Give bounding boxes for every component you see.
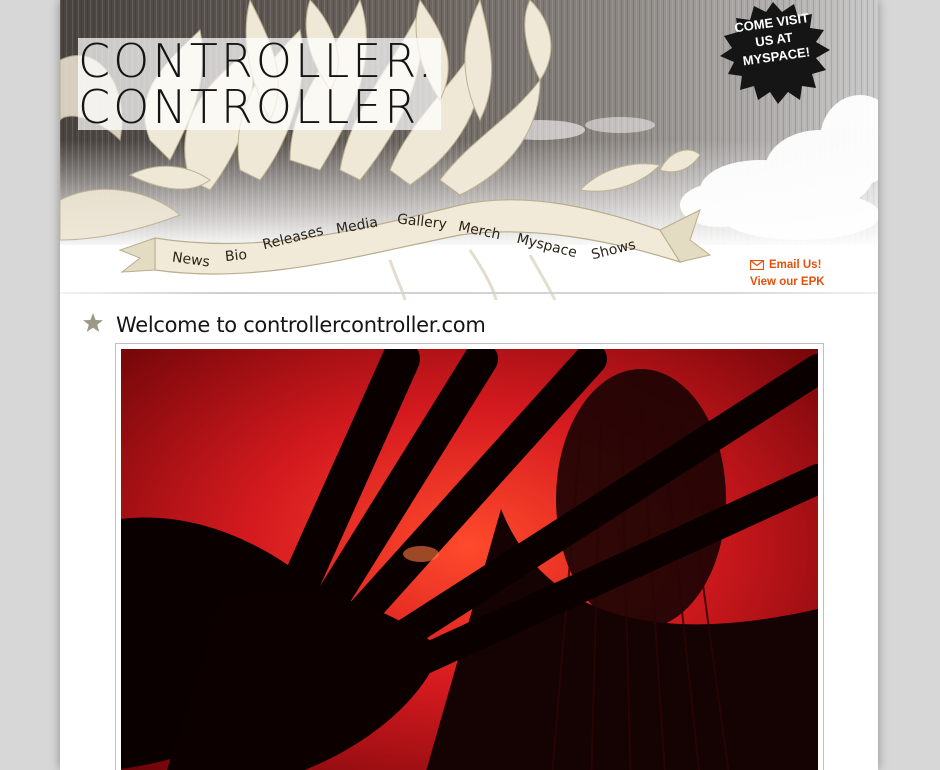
nav-bio[interactable]: Bio (224, 247, 248, 265)
epk-link[interactable]: View our EPK (750, 273, 825, 290)
star-icon (83, 313, 103, 332)
epk-label: View our EPK (750, 275, 825, 288)
email-link[interactable]: Email Us! (750, 256, 825, 273)
featured-photo-frame (115, 343, 824, 770)
page-container: CONTROLLER. CONTROLLER COME VISIT US AT … (60, 0, 878, 770)
site-header: CONTROLLER. CONTROLLER COME VISIT US AT … (60, 0, 878, 300)
logo-line-2: CONTROLLER (78, 80, 420, 134)
email-label: Email Us! (769, 258, 822, 271)
contact-links: Email Us! View our EPK (750, 256, 825, 290)
header-divider (60, 292, 878, 294)
envelope-icon (750, 259, 764, 270)
featured-photo (121, 349, 818, 770)
logo-line-1: CONTROLLER. (78, 34, 436, 88)
page-title: Welcome to controllercontroller.com (116, 313, 486, 337)
site-logo[interactable]: CONTROLLER. CONTROLLER (78, 34, 442, 134)
